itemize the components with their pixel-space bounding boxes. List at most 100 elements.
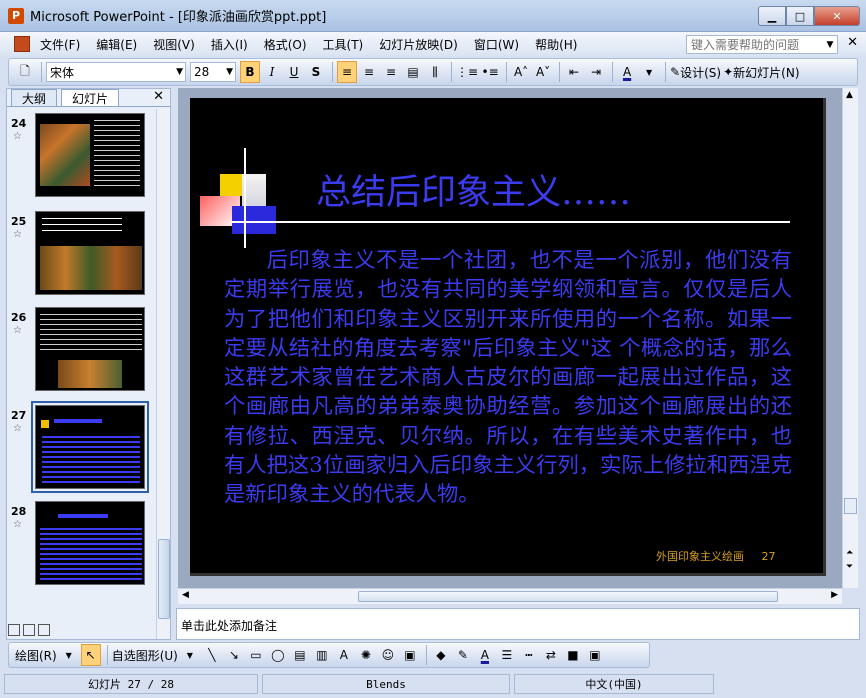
design-label: 设计(S)	[680, 65, 722, 80]
slide-horizontal-scrollbar[interactable]: ◀ ▶	[178, 588, 842, 604]
slide-thumb-26[interactable]: 26 ☆	[7, 307, 157, 397]
align-right-icon[interactable]: ≡	[381, 61, 401, 83]
align-center-icon[interactable]: ≡	[359, 61, 379, 83]
close-button[interactable]: ✕	[814, 6, 860, 26]
help-search-input[interactable]	[686, 35, 838, 54]
underline-button[interactable]: U	[284, 61, 304, 83]
normal-view-icon[interactable]	[8, 624, 20, 636]
dash-style-icon[interactable]: ┅	[519, 644, 539, 666]
wordart-icon[interactable]: A	[334, 644, 354, 666]
numbering-icon[interactable]: ⋮≡	[456, 61, 478, 83]
font-color-icon[interactable]: A	[475, 644, 495, 666]
slide-thumb-27[interactable]: 27 ☆	[7, 401, 157, 495]
scrollbar-thumb[interactable]	[358, 591, 778, 602]
menu-format[interactable]: 格式(O)	[264, 36, 307, 53]
drawing-toolbar: 绘图(R) ▼ ↖ 自选图形(U) ▼ ╲ ↘ ▭ ◯ ▤ ▥ A ✺ ☺ ▣ …	[8, 642, 650, 668]
document-close-icon[interactable]: ✕	[847, 35, 858, 50]
next-slide-icon[interactable]: ⏷	[846, 562, 853, 572]
toolbar-separator	[425, 645, 427, 665]
distribute-icon[interactable]: ▤	[403, 61, 423, 83]
menu-file[interactable]: 文件(F)	[40, 36, 80, 53]
text-direction-icon[interactable]: ⫼	[425, 61, 445, 83]
notes-pane[interactable]: 单击此处添加备注	[176, 608, 860, 640]
thumbnail-scrollbar[interactable]	[156, 109, 170, 639]
slide-thumb-28[interactable]: 28 ☆	[7, 501, 157, 591]
toolbar-separator	[41, 62, 42, 82]
arrow-style-icon[interactable]: ⇄	[541, 644, 561, 666]
animation-star-icon: ☆	[13, 519, 22, 530]
bullets-icon[interactable]: •≡	[480, 61, 500, 83]
menu-slideshow[interactable]: 幻灯片放映(D)	[379, 36, 458, 53]
slide-number: 26	[11, 311, 27, 324]
draw-menu-button[interactable]: 绘图(R)	[15, 644, 57, 666]
slide-body-text[interactable]: 后印象主义不是一个社团，也不是一个派别，他们没有定期举行展览，也没有共同的美学纲…	[224, 246, 792, 510]
menu-edit[interactable]: 编辑(E)	[96, 36, 137, 53]
slide-thumb-24[interactable]: 24 ☆	[7, 113, 157, 203]
font-color-icon[interactable]: A	[617, 61, 637, 83]
fill-color-icon[interactable]: ◆	[431, 644, 451, 666]
slide-vertical-scrollbar[interactable]: ▲ ⏶ ⏷	[842, 88, 858, 588]
increase-font-icon[interactable]: A˄	[511, 61, 531, 83]
close-icon[interactable]: ✕	[153, 89, 164, 104]
increase-indent-icon[interactable]: ⇥	[586, 61, 606, 83]
slide-thumbnail-image	[35, 113, 145, 197]
decrease-indent-icon[interactable]: ⇤	[564, 61, 584, 83]
textbox-icon[interactable]: ▤	[290, 644, 310, 666]
line-color-icon[interactable]: ✎	[453, 644, 473, 666]
autoshapes-button[interactable]: 自选图形(U)	[112, 644, 178, 666]
select-pointer-icon[interactable]: ↖	[80, 644, 101, 666]
slideshow-view-icon[interactable]	[38, 624, 50, 636]
powerpoint-app-icon[interactable]: P	[8, 7, 24, 24]
chevron-down-icon[interactable]: ▼	[180, 644, 200, 666]
align-left-icon[interactable]: ≡	[337, 61, 357, 83]
maximize-button[interactable]: □	[786, 6, 814, 26]
bold-button[interactable]: B	[240, 61, 260, 83]
prev-slide-icon[interactable]: ⏶	[846, 548, 853, 558]
slide-sorter-icon[interactable]	[23, 624, 35, 636]
shadow-style-icon[interactable]: ■	[563, 644, 583, 666]
line-style-icon[interactable]: ☰	[497, 644, 517, 666]
scrollbar-thumb[interactable]	[158, 539, 170, 619]
new-slide-icon: ✦	[723, 65, 734, 79]
3d-style-icon[interactable]: ▣	[585, 644, 605, 666]
menu-help[interactable]: 帮助(H)	[535, 36, 577, 53]
slide-thumb-25[interactable]: 25 ☆	[7, 211, 157, 301]
font-name-select[interactable]: 宋体 ▼	[46, 62, 186, 82]
menu-bar: 文件(F) 编辑(E) 视图(V) 插入(I) 格式(O) 工具(T) 幻灯片放…	[0, 32, 866, 56]
tab-slides[interactable]: 幻灯片	[61, 89, 120, 106]
slide-title[interactable]: 总结后印象主义……	[316, 164, 631, 215]
clipart-icon[interactable]: ☺	[378, 644, 398, 666]
toolbar-separator	[612, 62, 614, 82]
scroll-left-icon[interactable]: ◀	[182, 590, 189, 600]
italic-button[interactable]: I	[262, 61, 282, 83]
chevron-down-icon[interactable]: ▼	[822, 36, 838, 53]
slide-footer: 外国印象主义绘画 27	[656, 548, 776, 564]
scroll-up-icon[interactable]: ▲	[846, 90, 853, 100]
menu-window[interactable]: 窗口(W)	[474, 36, 519, 53]
picture-icon[interactable]: ▣	[400, 644, 420, 666]
arrow-icon[interactable]: ↘	[224, 644, 244, 666]
chevron-down-icon[interactable]: ▼	[639, 61, 659, 83]
scrollbar-thumb[interactable]	[844, 498, 857, 514]
oval-icon[interactable]: ◯	[268, 644, 288, 666]
decrease-font-icon[interactable]: A˅	[533, 61, 553, 83]
font-size-select[interactable]: 28 ▼	[190, 62, 236, 82]
chevron-down-icon[interactable]: ▼	[59, 644, 79, 666]
shadow-button[interactable]: S	[306, 61, 326, 83]
menu-view[interactable]: 视图(V)	[153, 36, 195, 53]
design-button[interactable]: ✎ 设计(S)	[670, 61, 721, 83]
document-icon[interactable]	[14, 36, 30, 52]
vertical-textbox-icon[interactable]: ▥	[312, 644, 332, 666]
menu-tools[interactable]: 工具(T)	[323, 36, 364, 53]
menu-insert[interactable]: 插入(I)	[211, 36, 248, 53]
rectangle-icon[interactable]: ▭	[246, 644, 266, 666]
new-document-icon[interactable]: 🗋	[15, 61, 35, 83]
line-icon[interactable]: ╲	[202, 644, 222, 666]
current-slide[interactable]: 总结后印象主义…… 后印象主义不是一个社团，也不是一个派别，他们没有定期举行展览…	[190, 98, 826, 576]
toolbar-separator	[451, 62, 452, 82]
scroll-right-icon[interactable]: ▶	[831, 590, 838, 600]
minimize-button[interactable]: ▁	[758, 6, 786, 26]
new-slide-button[interactable]: ✦ 新幻灯片(N)	[723, 61, 799, 83]
tab-outline[interactable]: 大纲	[11, 89, 58, 106]
diagram-icon[interactable]: ✺	[356, 644, 376, 666]
